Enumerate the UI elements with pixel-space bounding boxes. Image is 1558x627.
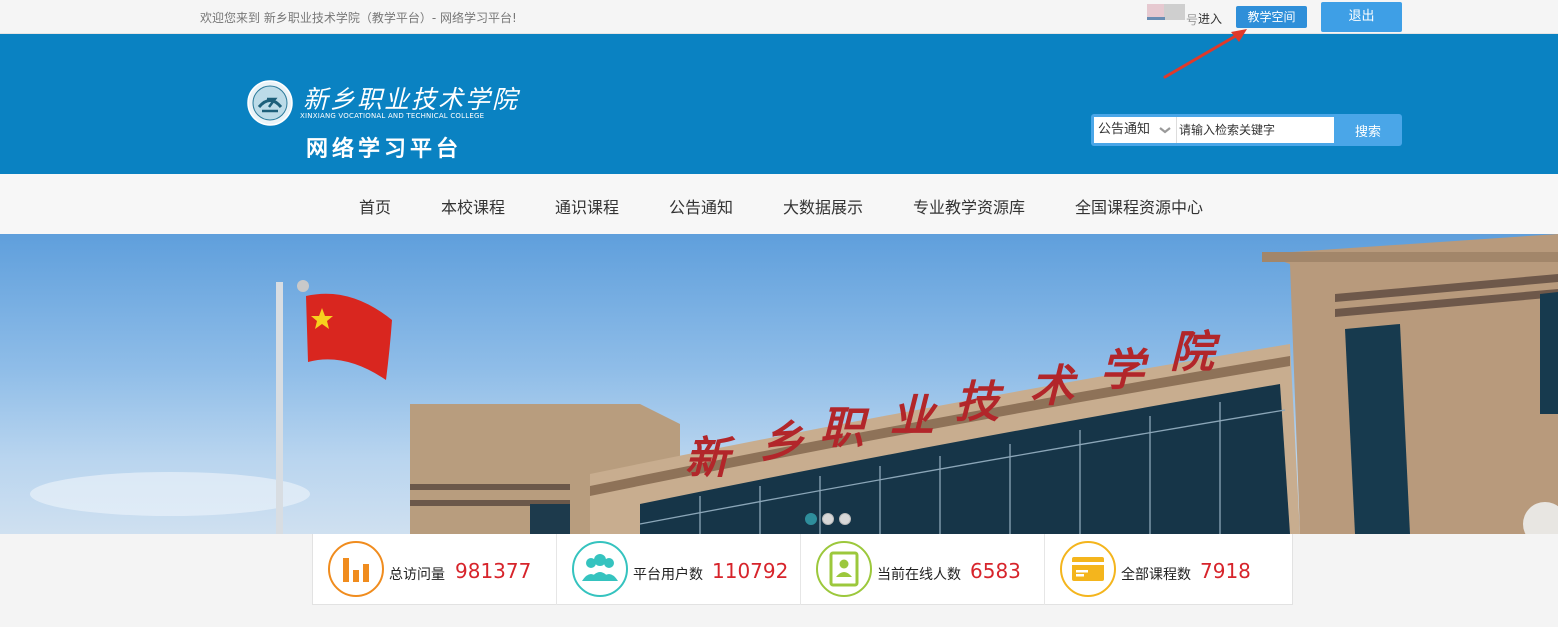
teaching-space-button[interactable]: 教学空间 <box>1236 6 1307 28</box>
main-nav: 首页 本校课程 通识课程 公告通知 大数据展示 专业教学资源库 全国课程资源中心 <box>0 174 1558 234</box>
logo-english-name: XINXIANG VOCATIONAL AND TECHNICAL COLLEG… <box>300 112 485 120</box>
search-category-value: 公告通知 <box>1098 122 1151 137</box>
stat-online-users: 当前在线人数 6583 <box>801 534 1045 605</box>
stat-value: 110792 <box>712 559 789 583</box>
online-user-icon <box>816 541 872 597</box>
sign-char: 院 <box>1170 327 1214 378</box>
stat-platform-users: 平台用户数 110792 <box>557 534 801 605</box>
top-bar: 欢迎您来到 新乡职业技术学院（教学平台）- 网络学习平台! 号 进入 教学空间 … <box>0 0 1558 34</box>
search-bar: 公告通知 搜索 <box>1091 114 1402 146</box>
search-button[interactable]: 搜索 <box>1334 114 1402 146</box>
platform-title: 网络学习平台 <box>306 137 463 162</box>
stat-label: 全部课程数 <box>1121 567 1191 583</box>
nav-item-announcements[interactable]: 公告通知 <box>669 194 733 218</box>
sign-char: 新 <box>685 433 729 484</box>
stat-label: 总访问量 <box>389 567 445 583</box>
slider-dot-1[interactable] <box>805 513 817 525</box>
stat-total-visits: 总访问量 981377 <box>313 534 557 605</box>
annotation-arrow-icon <box>1163 29 1247 79</box>
logo-chinese-name: 新乡职业技术学院 <box>303 85 520 114</box>
sign-char: 职 <box>820 403 864 454</box>
slider-dot-3[interactable] <box>839 513 851 525</box>
slider-dot-2[interactable] <box>822 513 834 525</box>
stat-label: 平台用户数 <box>633 567 703 583</box>
stat-label: 当前在线人数 <box>877 567 961 583</box>
sign-char: 技 <box>955 377 999 428</box>
nav-item-national-resource-center[interactable]: 全国课程资源中心 <box>1075 194 1203 218</box>
welcome-text: 欢迎您来到 新乡职业技术学院（教学平台）- 网络学习平台! <box>200 11 517 25</box>
sign-char: 学 <box>1100 345 1144 396</box>
enter-text: 进入 <box>1198 12 1223 26</box>
stat-value: 981377 <box>455 559 532 583</box>
campus-building-photo <box>30 234 1558 534</box>
nav-item-resource-library[interactable]: 专业教学资源库 <box>913 194 1025 218</box>
stats-panel: 总访问量 981377 平台用户数 110792 当前在线人数 6583 全部课… <box>312 534 1293 605</box>
chevron-down-icon <box>1159 127 1171 134</box>
nav-item-home[interactable]: 首页 <box>359 194 391 218</box>
nav-item-general-courses[interactable]: 通识课程 <box>555 194 619 218</box>
stat-value: 7918 <box>1200 559 1251 583</box>
sign-char: 业 <box>890 391 934 442</box>
course-card-icon <box>1060 541 1116 597</box>
hero-banner: 新 乡 职 业 技 术 学 院 <box>0 234 1558 534</box>
site-header: 新乡职业技术学院 XINXIANG VOCATIONAL AND TECHNIC… <box>0 34 1558 174</box>
nav-item-school-courses[interactable]: 本校课程 <box>441 194 505 218</box>
nav-item-big-data[interactable]: 大数据展示 <box>783 194 863 218</box>
logout-button[interactable]: 退出 <box>1321 2 1402 32</box>
sign-char: 术 <box>1030 361 1074 412</box>
college-emblem-icon <box>247 80 293 126</box>
users-icon <box>572 541 628 597</box>
stat-value: 6583 <box>970 559 1021 583</box>
stat-total-courses: 全部课程数 7918 <box>1045 534 1289 605</box>
sign-char: 乡 <box>760 417 804 468</box>
bar-chart-icon <box>328 541 384 597</box>
search-input[interactable] <box>1176 117 1334 143</box>
user-avatar-underline <box>1147 17 1165 20</box>
search-category-select[interactable]: 公告通知 <box>1094 117 1176 143</box>
